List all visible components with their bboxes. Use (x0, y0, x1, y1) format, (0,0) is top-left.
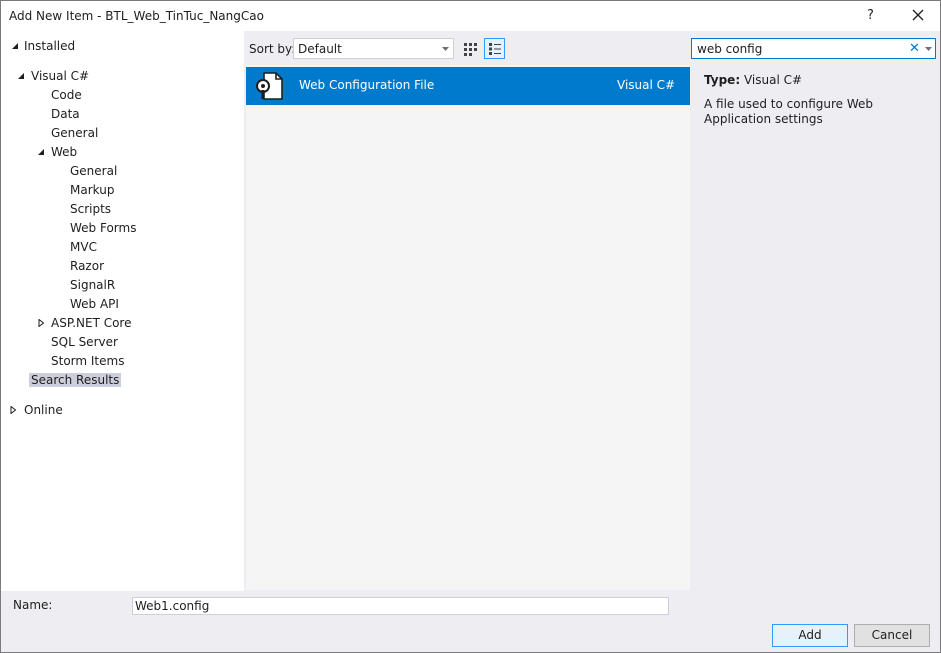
chevron-down-icon[interactable] (925, 47, 932, 51)
template-language: Visual C# (617, 78, 676, 92)
tree-item-markup[interactable]: Markup (68, 181, 116, 199)
tree-item-web[interactable]: Web (35, 143, 79, 161)
tree-item-label: Storm Items (51, 354, 125, 368)
tree-item-label: Visual C# (31, 69, 90, 83)
small-icons-view-button[interactable] (460, 38, 481, 59)
tree-item-label: Razor (70, 259, 105, 273)
expanded-arrow-icon[interactable] (11, 42, 19, 50)
name-field[interactable] (132, 597, 669, 615)
tree-item-visual-csharp[interactable]: Visual C# (15, 67, 91, 85)
tree-item-sql-server[interactable]: SQL Server (49, 333, 120, 351)
tree-item-web-api[interactable]: Web API (68, 295, 121, 313)
tree-item-label: Scripts (70, 202, 112, 216)
tree-item-code[interactable]: Code (49, 86, 84, 104)
tree-item-general[interactable]: General (49, 124, 100, 142)
tree-item-label: Data (51, 107, 80, 121)
name-label: Name: (13, 598, 53, 612)
tree-item-label: General (70, 164, 118, 178)
template-description: A file used to configure Web Application… (704, 97, 874, 126)
type-row: Type: Visual C# (704, 73, 934, 87)
expanded-arrow-icon[interactable] (37, 148, 45, 156)
tree-item-label: General (51, 126, 99, 140)
tree-item-label: Code (51, 88, 82, 102)
tree-item-mvc[interactable]: MVC (68, 238, 99, 256)
cancel-button[interactable]: Cancel (854, 624, 930, 647)
expanded-arrow-icon[interactable] (17, 72, 25, 80)
title-bar: Add New Item - BTL_Web_TinTuc_NangCao ? (1, 1, 940, 31)
sort-by-value: Default (298, 42, 342, 56)
tree-item-label: ASP.NET Core (51, 316, 132, 330)
tree-item-installed[interactable]: Installed (9, 37, 77, 55)
tree-item-aspnet-core[interactable]: ASP.NET Core (35, 314, 133, 332)
tree-item-label: Installed (24, 39, 76, 53)
tree-item-label: Online (24, 403, 63, 417)
search-input[interactable] (695, 40, 900, 57)
add-button[interactable]: Add (772, 624, 848, 647)
type-value: Visual C# (743, 73, 803, 87)
tree-item-storm-items[interactable]: Storm Items (49, 352, 126, 370)
sort-by-label: Sort by: (249, 42, 296, 56)
chevron-down-icon (442, 47, 449, 51)
tree-item-label: Web (51, 145, 78, 159)
list-view-button[interactable] (484, 38, 505, 59)
help-button[interactable]: ? (867, 8, 874, 23)
tree-item-web-general[interactable]: General (68, 162, 119, 180)
details-panel: Type: Visual C# A file used to configure… (704, 73, 934, 127)
tree-item-razor[interactable]: Razor (68, 257, 106, 275)
small-icons-view-icon (464, 43, 477, 56)
tree-item-scripts[interactable]: Scripts (68, 200, 113, 218)
config-file-icon (256, 72, 283, 100)
tree-item-label: Web API (70, 297, 119, 311)
collapsed-arrow-icon[interactable] (9, 406, 17, 414)
template-item-web-configuration-file[interactable]: Web Configuration File Visual C# (246, 67, 690, 105)
tree-item-search-results[interactable]: Search Results (29, 371, 122, 389)
template-list: Web Configuration File Visual C# (246, 65, 690, 590)
window-title: Add New Item - BTL_Web_TinTuc_NangCao (9, 9, 264, 23)
add-new-item-dialog: Add New Item - BTL_Web_TinTuc_NangCao ? … (0, 0, 941, 653)
search-box[interactable]: ✕ (691, 38, 936, 59)
tree-item-data[interactable]: Data (49, 105, 82, 123)
type-label: Type: (704, 73, 741, 87)
tree-item-label: Search Results (29, 373, 122, 387)
tree-item-label: MVC (70, 240, 97, 254)
template-name: Web Configuration File (299, 78, 435, 92)
sort-by-dropdown[interactable]: Default (293, 38, 454, 59)
close-icon[interactable] (909, 6, 927, 24)
tree-item-label: SQL Server (51, 335, 118, 349)
clear-icon[interactable]: ✕ (909, 41, 920, 56)
tree-item-label: SignalR (70, 278, 116, 292)
tree-item-online[interactable]: Online (9, 401, 65, 419)
tree-item-web-forms[interactable]: Web Forms (68, 219, 138, 237)
list-view-icon (489, 43, 501, 55)
collapsed-arrow-icon[interactable] (37, 319, 45, 327)
category-tree: Installed Visual C# Code Data General We… (1, 31, 244, 591)
tree-item-signalr[interactable]: SignalR (68, 276, 117, 294)
tree-item-label: Markup (70, 183, 115, 197)
tree-item-label: Web Forms (70, 221, 137, 235)
